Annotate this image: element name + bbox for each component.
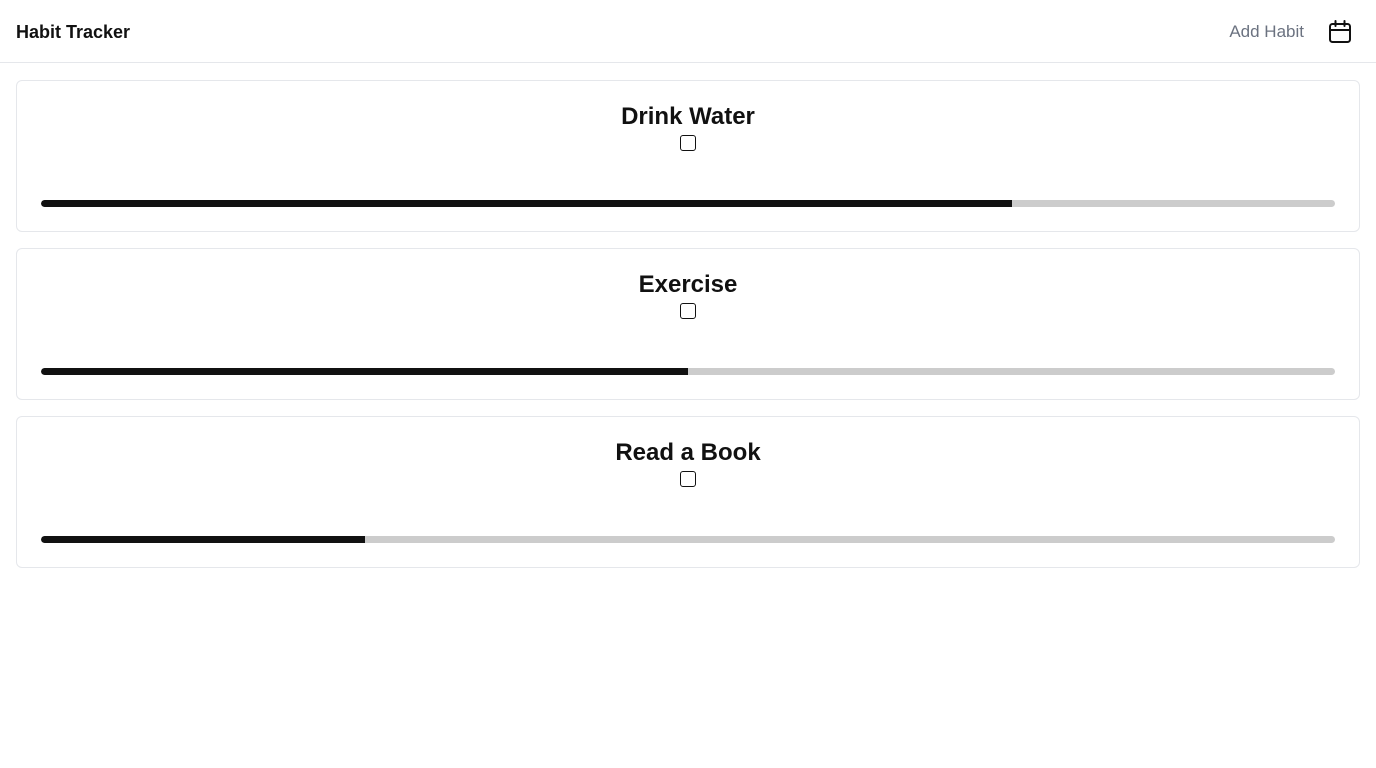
- habit-name: Read a Book: [615, 439, 761, 466]
- habit-card: Exercise: [16, 248, 1360, 400]
- add-habit-button[interactable]: Add Habit: [1229, 21, 1304, 43]
- habit-name: Exercise: [638, 271, 738, 298]
- habit-list: Drink Water Exercise Read a Book: [16, 80, 1360, 584]
- habit-name: Drink Water: [621, 103, 755, 130]
- app-title: Habit Tracker: [16, 22, 131, 42]
- habit-progress-fill: [41, 368, 688, 375]
- habit-card: Read a Book: [16, 416, 1360, 568]
- habit-progress-bar: [41, 200, 1335, 207]
- app-header: Habit Tracker Add Habit: [0, 0, 1376, 63]
- calendar-icon: [1329, 20, 1351, 43]
- habit-checkbox[interactable]: [680, 471, 696, 487]
- habit-checkbox[interactable]: [680, 303, 696, 319]
- habit-card: Drink Water: [16, 80, 1360, 232]
- habit-progress-fill: [41, 200, 1012, 207]
- habit-progress-bar: [41, 368, 1335, 375]
- habit-progress-fill: [41, 536, 365, 543]
- habit-checkbox[interactable]: [680, 135, 696, 151]
- habit-progress-bar: [41, 536, 1335, 543]
- calendar-button[interactable]: [1326, 18, 1354, 46]
